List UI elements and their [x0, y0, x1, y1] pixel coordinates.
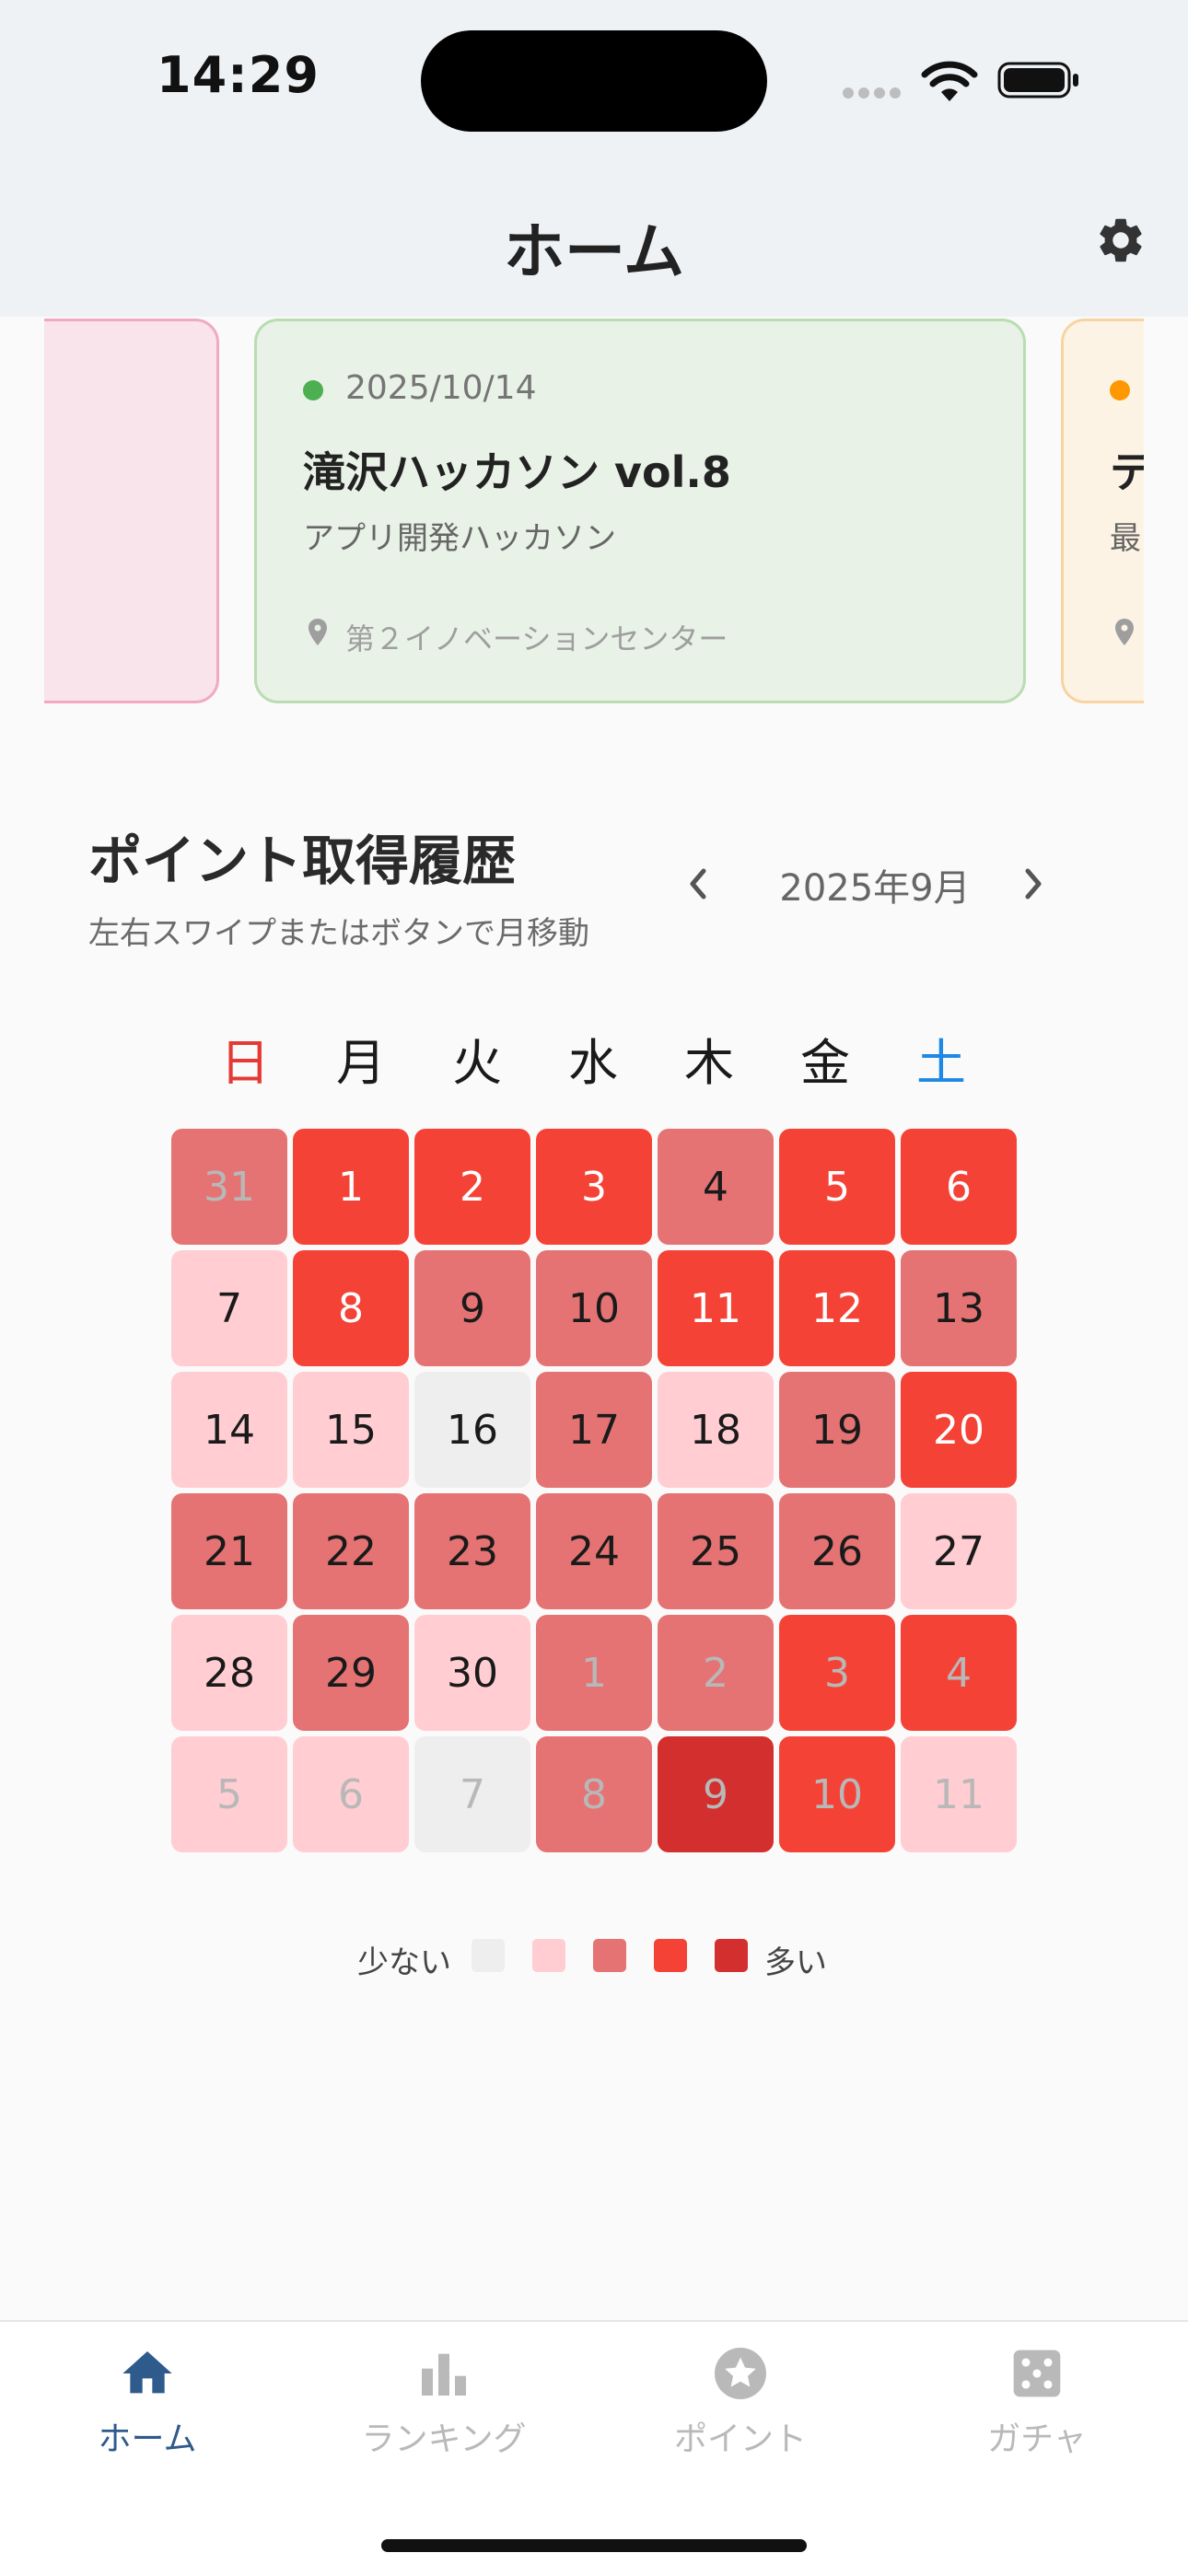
home-indicator	[381, 2539, 807, 2552]
weekday-fri: 金	[800, 1034, 850, 1092]
calendar-day[interactable]: 25	[658, 1493, 774, 1609]
calendar-day[interactable]: 1	[293, 1129, 409, 1245]
calendar-day[interactable]: 11	[901, 1736, 1017, 1852]
calendar-day[interactable]: 9	[414, 1250, 530, 1366]
calendar-day[interactable]: 4	[901, 1615, 1017, 1731]
calendar-day[interactable]: 7	[414, 1736, 530, 1852]
section-subtitle: 左右スワイプまたはボタンで月移動	[88, 915, 589, 952]
event-card[interactable]: 2025/10/14 滝沢ハッカソン vol.8 アプリ開発ハッカソン 第２イノ…	[254, 319, 1026, 703]
calendar-day[interactable]: 16	[414, 1372, 530, 1488]
calendar-day[interactable]: 30	[414, 1615, 530, 1731]
calendar-day[interactable]: 18	[658, 1372, 774, 1488]
calendar-day[interactable]: 11	[658, 1250, 774, 1366]
calendar-day[interactable]: 2	[414, 1129, 530, 1245]
event-title: 滝沢ハッカソン vol.8	[303, 447, 731, 497]
carousel-edge	[1144, 317, 1188, 713]
calendar-day[interactable]: 5	[779, 1129, 895, 1245]
dynamic-island	[421, 30, 767, 132]
battery-icon	[997, 62, 1078, 99]
dice-icon	[1013, 2350, 1061, 2397]
calendar-day[interactable]: 4	[658, 1129, 774, 1245]
calendar-day[interactable]: 10	[779, 1736, 895, 1852]
calendar-day[interactable]: 12	[779, 1250, 895, 1366]
event-location: 第２イノベーションセンター	[345, 621, 728, 656]
location-pin-icon	[1115, 619, 1134, 645]
weekday-sat: 土	[916, 1034, 966, 1092]
calendar-day[interactable]: 15	[293, 1372, 409, 1488]
calendar-day[interactable]: 29	[293, 1615, 409, 1731]
event-date: 2025/10/14	[345, 369, 537, 407]
weekday-mon: 月	[336, 1034, 386, 1092]
carousel-edge	[0, 317, 44, 713]
weekday-wed: 水	[568, 1034, 618, 1092]
legend-swatch	[654, 1939, 687, 1972]
calendar-day[interactable]: 24	[536, 1493, 652, 1609]
calendar-day[interactable]: 3	[536, 1129, 652, 1245]
status-time: 14:29	[157, 46, 320, 104]
calendar-day[interactable]: 17	[536, 1372, 652, 1488]
status-dot	[1110, 380, 1130, 400]
calendar-day[interactable]: 10	[536, 1250, 652, 1366]
tab-points-label: ポイント	[673, 2420, 807, 2458]
wifi-icon	[921, 61, 978, 101]
calendar-day[interactable]: 3	[779, 1615, 895, 1731]
weekday-sun: 日	[220, 1034, 270, 1092]
calendar-day[interactable]: 19	[779, 1372, 895, 1488]
home-icon	[122, 2351, 172, 2394]
calendar-day[interactable]: 1	[536, 1615, 652, 1731]
legend-swatch	[532, 1939, 565, 1972]
calendar-day[interactable]: 26	[779, 1493, 895, 1609]
calendar-day[interactable]: 22	[293, 1493, 409, 1609]
star-icon	[715, 2348, 766, 2399]
tab-ranking-label: ランキング	[361, 2420, 527, 2458]
calendar-day[interactable]: 14	[171, 1372, 287, 1488]
event-subtitle: アプリ開発ハッカソン	[303, 520, 616, 557]
calendar-day[interactable]: 6	[293, 1736, 409, 1852]
weekday-tue: 火	[452, 1034, 502, 1092]
legend-swatch	[715, 1939, 748, 1972]
legend-high-label: 多い	[764, 1944, 827, 1981]
section-title: ポイント取得履歴	[88, 830, 517, 892]
calendar-day[interactable]: 7	[171, 1250, 287, 1366]
weekday-thu: 木	[684, 1034, 734, 1092]
calendar-day[interactable]: 31	[171, 1129, 287, 1245]
calendar-day[interactable]: 8	[293, 1250, 409, 1366]
calendar-day[interactable]: 6	[901, 1129, 1017, 1245]
chevron-right-icon[interactable]	[1015, 856, 1052, 911]
calendar-day[interactable]: 21	[171, 1493, 287, 1609]
calendar-day[interactable]: 9	[658, 1736, 774, 1852]
bar-chart-icon	[422, 2353, 466, 2396]
calendar-day[interactable]: 20	[901, 1372, 1017, 1488]
calendar-day[interactable]: 13	[901, 1250, 1017, 1366]
calendar-day[interactable]: 23	[414, 1493, 530, 1609]
gear-icon[interactable]	[1094, 214, 1147, 267]
legend-swatch	[593, 1939, 626, 1972]
location-pin-icon	[309, 619, 327, 645]
calendar-day[interactable]: 5	[171, 1736, 287, 1852]
calendar-day[interactable]: 8	[536, 1736, 652, 1852]
tab-gacha-label: ガチャ	[987, 2420, 1087, 2458]
month-label: 2025年9月	[779, 867, 971, 910]
calendar-day[interactable]: 27	[901, 1493, 1017, 1609]
chevron-left-icon[interactable]	[680, 856, 716, 911]
status-dot	[303, 380, 323, 400]
calendar-day[interactable]: 28	[171, 1615, 287, 1731]
tab-home-label: ホーム	[98, 2420, 197, 2458]
cellular-signal-icon	[843, 85, 907, 99]
event-subtitle: 最	[1110, 520, 1141, 557]
page-title: ホーム	[503, 216, 685, 287]
legend-low-label: 少ない	[357, 1944, 451, 1981]
legend-swatch	[472, 1939, 505, 1972]
calendar-day[interactable]: 2	[658, 1615, 774, 1731]
